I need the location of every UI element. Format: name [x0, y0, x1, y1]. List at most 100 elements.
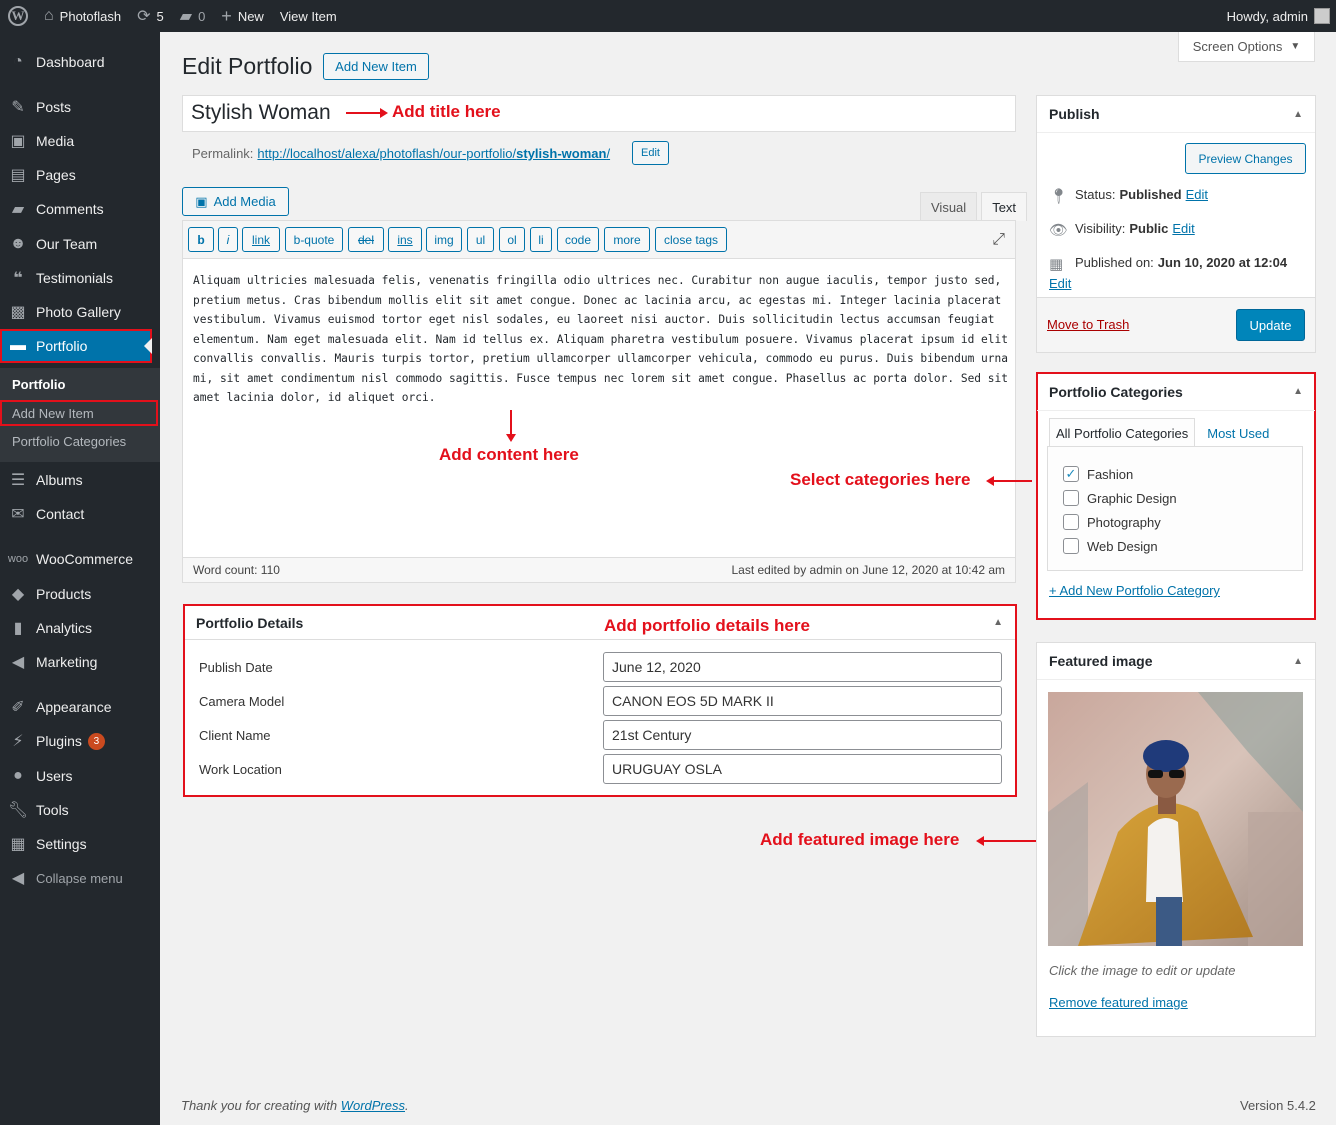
sidebar-item-our-team[interactable]: ☻ Our Team: [0, 227, 160, 261]
sidebar-item-contact[interactable]: ✉ Contact: [0, 497, 160, 531]
preview-changes-button[interactable]: Preview Changes: [1185, 143, 1306, 174]
screen-options-button[interactable]: Screen Options ▼: [1178, 32, 1315, 62]
settings-icon: ▦: [10, 836, 26, 853]
sidebar-item-label: Tools: [36, 802, 69, 818]
tab-most-used[interactable]: Most Used: [1201, 418, 1275, 448]
sidebar-item-testimonials[interactable]: ❝ Testimonials: [0, 261, 160, 295]
sidebar-item-analytics[interactable]: ▮ Analytics: [0, 611, 160, 645]
move-to-trash-link[interactable]: Move to Trash: [1047, 317, 1129, 332]
post-title-input[interactable]: Stylish Woman: [182, 95, 1016, 132]
camera-model-input[interactable]: CANON EOS 5D MARK II: [603, 686, 1002, 716]
quicktag-close-tags-button[interactable]: close tags: [655, 227, 727, 252]
sidebar-item-portfolio[interactable]: ▬ Portfolio: [0, 329, 152, 363]
sidebar-item-appearance[interactable]: ✐ Appearance: [0, 690, 160, 724]
add-new-item-button[interactable]: Add New Item: [323, 53, 429, 80]
categories-header[interactable]: Portfolio Categories ▲: [1037, 373, 1315, 411]
quicktag-more-button[interactable]: more: [604, 227, 650, 252]
new-content-link[interactable]: + New: [213, 0, 272, 32]
sidebar-item-comments[interactable]: ▰ Comments: [0, 192, 160, 226]
word-count: Word count: 110: [193, 563, 280, 577]
quicktag-img-button[interactable]: img: [426, 227, 462, 252]
remove-featured-image-link[interactable]: Remove featured image: [1049, 995, 1188, 1010]
detail-label: Publish Date: [199, 659, 273, 675]
sidebar-item-posts[interactable]: ✎ Posts: [0, 90, 160, 124]
featured-image-header[interactable]: Featured image ▲: [1037, 643, 1315, 680]
categories-checklist: ✓ Fashion Graphic Design Photography Web…: [1047, 446, 1303, 571]
publish-date-input[interactable]: June 12, 2020: [603, 652, 1002, 682]
sidebar-item-photo-gallery[interactable]: ▩ Photo Gallery: [0, 295, 160, 329]
quicktag-ins-button[interactable]: ins: [388, 227, 422, 252]
quicktag-link-button[interactable]: link: [242, 227, 280, 252]
quicktag-ul-button[interactable]: ul: [467, 227, 494, 252]
portfolio-details-box: Portfolio Details ▲ Publish Date June 12…: [183, 604, 1017, 797]
work-location-input[interactable]: URUGUAY OSLA: [603, 754, 1002, 784]
sidebar-item-albums[interactable]: ☰ Albums: [0, 463, 160, 497]
sidebar-item-woocommerce[interactable]: woo WooCommerce: [0, 542, 160, 576]
status-label: Status:: [1075, 187, 1116, 202]
category-item-web-design[interactable]: Web Design: [1063, 538, 1158, 554]
sidebar-item-tools[interactable]: 🔧︎ Tools: [0, 793, 160, 827]
portfolio-details-header[interactable]: Portfolio Details ▲: [185, 606, 1015, 640]
permalink-link[interactable]: http://localhost/alexa/photoflash/our-po…: [257, 146, 610, 161]
sidebar-item-settings[interactable]: ▦ Settings: [0, 827, 160, 861]
sidebar-item-products[interactable]: ◆ Products: [0, 577, 160, 611]
quicktag-italic-button[interactable]: i: [218, 227, 238, 252]
checkbox-icon[interactable]: [1063, 490, 1079, 506]
sidebar-item-marketing[interactable]: ◀ Marketing: [0, 645, 160, 679]
my-account[interactable]: Howdy, admin: [1227, 8, 1336, 24]
sidebar-item-users[interactable]: ● Users: [0, 759, 160, 793]
submenu-portfolio[interactable]: Portfolio: [0, 371, 160, 397]
tab-visual[interactable]: Visual: [920, 192, 978, 221]
permalink-edit-button[interactable]: Edit: [632, 141, 669, 165]
collapse-menu-button[interactable]: ◀ Collapse menu: [0, 861, 160, 895]
tab-all-categories[interactable]: All Portfolio Categories: [1049, 418, 1196, 448]
submenu-add-new-item[interactable]: Add New Item: [0, 400, 158, 426]
comment-bubble-icon: ▰: [179, 8, 193, 25]
site-name-link[interactable]: ⌂ Photoflash: [36, 0, 129, 32]
edit-date-link[interactable]: Edit: [1049, 276, 1307, 291]
sidebar-item-media[interactable]: ▣ Media: [0, 124, 160, 158]
checkbox-icon[interactable]: [1063, 538, 1079, 554]
toggle-arrow-up-icon[interactable]: ▲: [993, 617, 1003, 628]
publish-header[interactable]: Publish ▲: [1037, 96, 1315, 133]
quicktag-bquote-button[interactable]: b-quote: [285, 227, 343, 252]
wordpress-link[interactable]: WordPress: [341, 1098, 405, 1113]
fullscreen-icon[interactable]: ⤢: [992, 231, 1005, 249]
tab-text[interactable]: Text: [981, 192, 1028, 221]
quicktag-bold-button[interactable]: b: [188, 227, 214, 252]
toggle-arrow-up-icon[interactable]: ▲: [1293, 386, 1303, 397]
add-media-button[interactable]: ▣ Add Media: [182, 187, 289, 216]
add-new-category-link[interactable]: + Add New Portfolio Category: [1049, 583, 1220, 598]
sidebar-item-dashboard[interactable]: ◔ Dashboard: [0, 45, 160, 79]
checkbox-checked-icon[interactable]: ✓: [1063, 466, 1079, 482]
visibility-value: Public: [1129, 221, 1169, 236]
sidebar-item-pages[interactable]: ▤ Pages: [0, 158, 160, 192]
comments-link[interactable]: ▰ 0: [172, 0, 214, 32]
toggle-arrow-up-icon[interactable]: ▲: [1293, 109, 1303, 120]
plus-icon: +: [221, 5, 232, 26]
checkbox-icon[interactable]: [1063, 514, 1079, 530]
quicktag-del-button[interactable]: del: [348, 227, 384, 252]
edit-status-link[interactable]: Edit: [1186, 187, 1208, 202]
pages-icon: ▤: [10, 167, 26, 184]
quicktag-ol-button[interactable]: ol: [499, 227, 525, 252]
featured-image[interactable]: [1048, 692, 1303, 946]
category-item-photography[interactable]: Photography: [1063, 514, 1161, 530]
wordpress-logo-button[interactable]: W: [0, 0, 36, 32]
sidebar-item-plugins[interactable]: ⚡ Plugins 3: [0, 724, 160, 758]
category-item-graphic-design[interactable]: Graphic Design: [1063, 490, 1177, 506]
edit-visibility-link[interactable]: Edit: [1172, 221, 1194, 236]
updates-link[interactable]: ⟳ 5: [129, 0, 172, 32]
view-item-link[interactable]: View Item: [272, 0, 345, 32]
quicktag-code-button[interactable]: code: [557, 227, 599, 252]
comment-icon: ▰: [11, 201, 25, 218]
plugins-update-badge: 3: [87, 732, 105, 750]
category-item-fashion[interactable]: ✓ Fashion: [1063, 466, 1133, 482]
category-label: Graphic Design: [1087, 490, 1177, 506]
client-name-input[interactable]: 21st Century: [603, 720, 1002, 750]
submenu-portfolio-categories[interactable]: Portfolio Categories: [0, 428, 160, 454]
content-textarea[interactable]: Aliquam ultricies malesuada felis, venen…: [193, 271, 1008, 408]
toggle-arrow-up-icon[interactable]: ▲: [1293, 656, 1303, 667]
quicktag-li-button[interactable]: li: [530, 227, 552, 252]
update-button[interactable]: Update: [1236, 309, 1305, 341]
